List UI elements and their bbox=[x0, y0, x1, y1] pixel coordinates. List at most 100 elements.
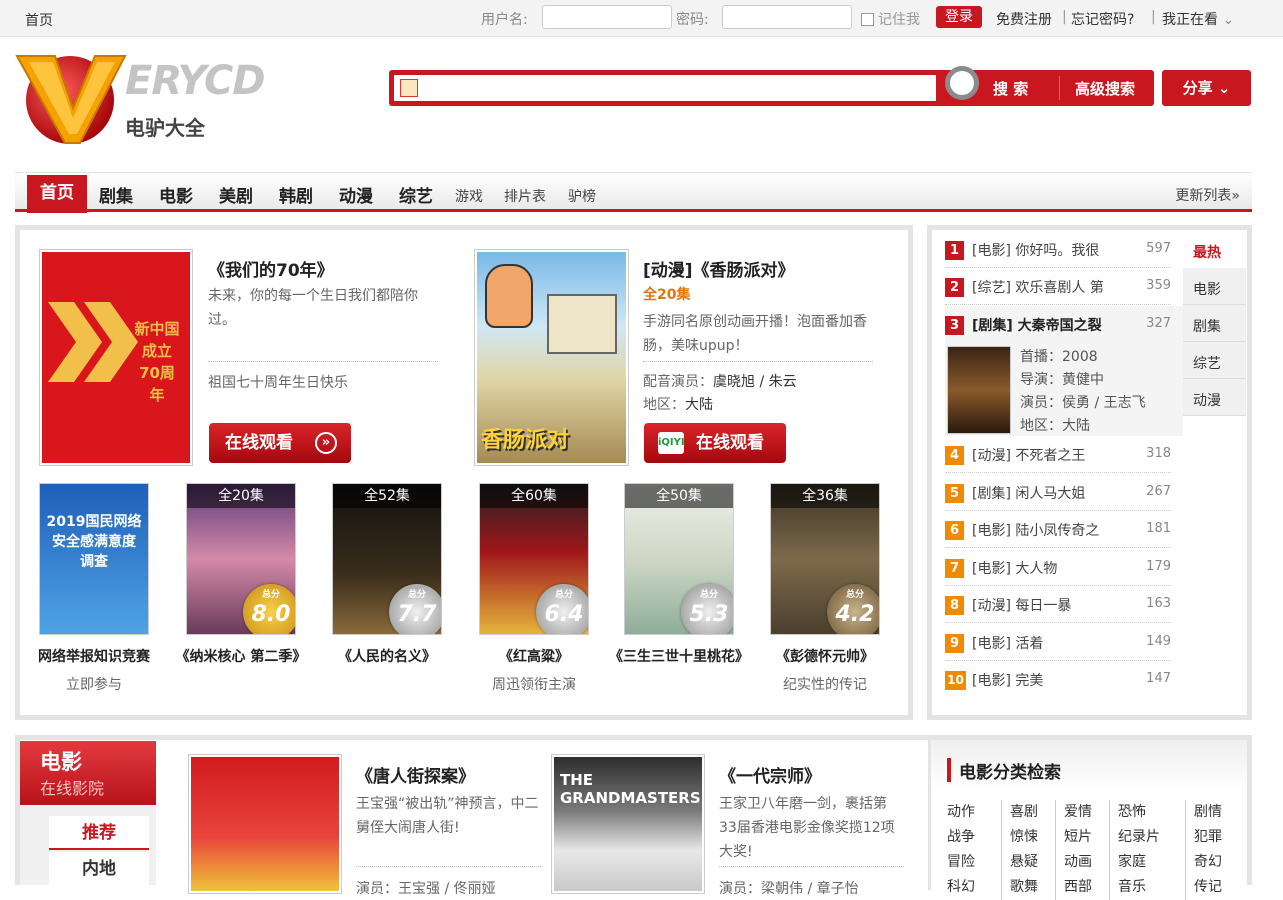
category-link[interactable]: 动画 bbox=[1055, 850, 1109, 875]
tab-anime[interactable]: 动漫 bbox=[1183, 379, 1246, 416]
cast-value[interactable]: 虞晓旭 / 朱云 bbox=[713, 374, 797, 390]
category-link[interactable]: 短片 bbox=[1055, 825, 1109, 850]
ranking-item[interactable]: 8 [动漫] 每日一暴 163 bbox=[945, 586, 1171, 623]
thumb-title[interactable]: 网络举报知识竞赛 bbox=[24, 644, 164, 670]
forgot-password-link[interactable]: 忘记密码? bbox=[1071, 9, 1134, 29]
nav-item-kr-series[interactable]: 韩剧 bbox=[279, 182, 313, 207]
search-type-icon[interactable] bbox=[400, 79, 418, 97]
category-link[interactable]: 歌舞 bbox=[1001, 875, 1055, 900]
category-link[interactable]: 剧情 bbox=[1185, 800, 1222, 825]
ranking-item-expanded[interactable]: 3 [剧集] 大秦帝国之裂 327 首播：2008 导演：黄健中 演员：侯勇 /… bbox=[945, 306, 1183, 436]
rank-title[interactable]: [电影] 你好吗。我很 bbox=[972, 240, 1099, 260]
tab-mainland[interactable]: 内地 bbox=[49, 852, 149, 886]
thumb-subtitle[interactable]: 纪实性的传记 bbox=[755, 674, 895, 694]
thumb-subtitle[interactable]: 周迅领衔主演 bbox=[464, 674, 604, 694]
thumb-poster[interactable]: 全36集 总分 4.2 bbox=[770, 483, 880, 635]
feature-poster-sausage[interactable]: 香肠派对 bbox=[474, 249, 629, 466]
rank-title[interactable]: [电影] 完美 bbox=[972, 670, 1043, 690]
nav-item-anime[interactable]: 动漫 bbox=[339, 182, 373, 207]
register-link[interactable]: 免费注册 bbox=[996, 9, 1052, 29]
ranking-item[interactable]: 6 [电影] 陆小凤传奇之 181 bbox=[945, 511, 1171, 548]
rank-title[interactable]: [电影] 活着 bbox=[972, 633, 1043, 653]
ranking-item[interactable]: 5 [剧集] 闲人马大姐 267 bbox=[945, 474, 1171, 511]
thumb-poster[interactable]: 全50集 总分 5.3 bbox=[624, 483, 734, 635]
category-link[interactable]: 纪录片 bbox=[1109, 825, 1185, 850]
thumb-title[interactable]: 《人民的名义》 bbox=[317, 644, 457, 670]
rank-title[interactable]: [综艺] 欢乐喜剧人 第 bbox=[972, 277, 1104, 297]
ranking-item[interactable]: 1 [电影] 你好吗。我很 597 bbox=[945, 231, 1171, 268]
category-link[interactable]: 西部 bbox=[1055, 875, 1109, 900]
nav-item-movies[interactable]: 电影 bbox=[159, 182, 193, 207]
movie-poster[interactable] bbox=[188, 754, 342, 894]
watch-online-button[interactable]: 在线观看 » bbox=[209, 423, 351, 463]
category-link[interactable]: 冒险 bbox=[947, 850, 1001, 875]
category-link[interactable]: 传记 bbox=[1185, 875, 1222, 900]
nav-item-variety[interactable]: 综艺 bbox=[399, 182, 433, 207]
search-input[interactable] bbox=[394, 75, 936, 101]
category-link[interactable]: 喜剧 bbox=[1001, 800, 1055, 825]
search-button[interactable]: 搜 索 bbox=[993, 78, 1028, 99]
rank-title[interactable]: [电影] 大人物 bbox=[972, 558, 1057, 578]
nav-item-us-series[interactable]: 美剧 bbox=[219, 182, 253, 207]
nav-item-games[interactable]: 游戏 bbox=[455, 186, 483, 206]
update-list-link[interactable]: 更新列表» bbox=[1175, 185, 1240, 205]
category-link[interactable]: 动作 bbox=[947, 800, 1001, 825]
thumb-poster[interactable]: 2019国民网络安全感满意度调查 bbox=[39, 483, 149, 635]
thumb-poster[interactable]: 全20集 总分 8.0 bbox=[186, 483, 296, 635]
nav-item-schedule[interactable]: 排片表 bbox=[504, 186, 546, 206]
category-link[interactable]: 惊悚 bbox=[1001, 825, 1055, 850]
ranking-item[interactable]: 7 [电影] 大人物 179 bbox=[945, 549, 1171, 586]
share-button[interactable]: 分享 ⌄ bbox=[1162, 70, 1251, 106]
thumb-title[interactable]: 《纳米核心 第二季》 bbox=[171, 644, 311, 670]
search-magnifier-icon[interactable] bbox=[945, 66, 979, 100]
category-link[interactable]: 家庭 bbox=[1109, 850, 1185, 875]
ranking-item[interactable]: 9 [电影] 活着 149 bbox=[945, 624, 1171, 661]
category-link[interactable]: 奇幻 bbox=[1185, 850, 1222, 875]
movie-title[interactable]: 《一代宗师》 bbox=[719, 762, 821, 787]
category-link[interactable]: 科幻 bbox=[947, 875, 1001, 900]
tab-series[interactable]: 剧集 bbox=[1183, 305, 1246, 342]
nav-item-series[interactable]: 剧集 bbox=[99, 182, 133, 207]
remember-me[interactable]: 记住我 bbox=[861, 9, 920, 29]
remember-checkbox[interactable] bbox=[861, 12, 874, 26]
ranking-item[interactable]: 4 [动漫] 不死者之王 318 bbox=[945, 436, 1171, 473]
thumb-title[interactable]: 《彭德怀元帅》 bbox=[755, 644, 895, 670]
rank-title[interactable]: [动漫] 每日一暴 bbox=[972, 595, 1071, 615]
movie-poster[interactable]: THE GRANDMASTERS bbox=[551, 754, 705, 894]
category-link[interactable]: 爱情 bbox=[1055, 800, 1109, 825]
category-link[interactable]: 音乐 bbox=[1109, 875, 1185, 900]
rank-poster[interactable] bbox=[947, 346, 1011, 434]
login-button[interactable]: 登录 bbox=[936, 6, 982, 28]
tab-variety[interactable]: 综艺 bbox=[1183, 342, 1246, 379]
thumb-title[interactable]: 《三生三世十里桃花》 bbox=[609, 644, 749, 670]
feature-title[interactable]: 《我们的70年》 bbox=[208, 256, 334, 281]
ranking-item[interactable]: 2 [综艺] 欢乐喜剧人 第 359 bbox=[945, 268, 1171, 305]
feature-title[interactable]: [动漫]《香肠派对》 bbox=[643, 256, 795, 281]
advanced-search-button[interactable]: 高级搜索 bbox=[1075, 78, 1135, 99]
thumb-poster[interactable]: 全60集 总分 6.4 bbox=[479, 483, 589, 635]
ranking-item[interactable]: 10 [电影] 完美 147 bbox=[945, 661, 1171, 698]
category-link[interactable]: 恐怖 bbox=[1109, 800, 1185, 825]
movie-title[interactable]: 《唐人街探案》 bbox=[356, 762, 475, 787]
password-input[interactable] bbox=[722, 5, 852, 29]
rank-title[interactable]: [动漫] 不死者之王 bbox=[972, 445, 1085, 465]
nav-item-chart[interactable]: 驴榜 bbox=[568, 186, 596, 206]
rank-title[interactable]: [剧集] 闲人马大姐 bbox=[972, 483, 1085, 503]
username-input[interactable] bbox=[542, 5, 672, 29]
thumb-poster[interactable]: 全52集 总分 7.7 bbox=[332, 483, 442, 635]
home-link[interactable]: 首页 bbox=[25, 10, 53, 30]
watch-online-button[interactable]: iQIYI 在线观看 bbox=[644, 423, 786, 463]
tab-recommend[interactable]: 推荐 bbox=[49, 816, 149, 850]
category-link[interactable]: 悬疑 bbox=[1001, 850, 1055, 875]
category-link[interactable]: 战争 bbox=[947, 825, 1001, 850]
site-logo[interactable]: ERYCD 电驴大全 bbox=[15, 48, 295, 148]
rank-title[interactable]: [电影] 陆小凤传奇之 bbox=[972, 520, 1099, 540]
tab-movies[interactable]: 电影 bbox=[1183, 268, 1246, 305]
category-link[interactable]: 犯罪 bbox=[1185, 825, 1222, 850]
tab-hottest[interactable]: 最热 bbox=[1183, 231, 1246, 268]
watching-menu[interactable]: 我正在看 ⌄ bbox=[1162, 9, 1234, 29]
rank-title[interactable]: [剧集] 大秦帝国之裂 bbox=[972, 315, 1102, 335]
nav-item-home[interactable]: 首页 bbox=[27, 175, 87, 213]
thumb-subtitle[interactable]: 立即参与 bbox=[24, 674, 164, 694]
feature-poster-70[interactable]: 新中国成立70周年 bbox=[39, 249, 193, 466]
